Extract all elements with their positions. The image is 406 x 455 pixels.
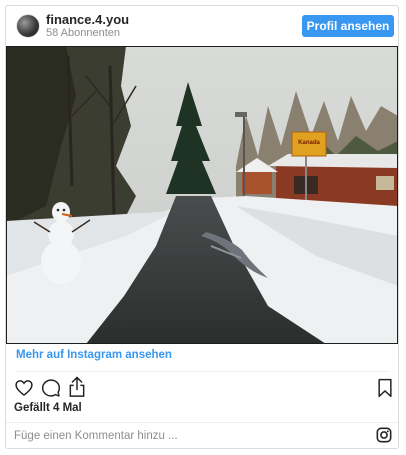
divider bbox=[6, 422, 398, 423]
heart-icon[interactable] bbox=[14, 378, 34, 398]
bookmark-icon[interactable] bbox=[377, 378, 393, 398]
username[interactable]: finance.4.you bbox=[46, 12, 129, 27]
comment-icon[interactable] bbox=[41, 378, 61, 398]
instagram-embed-card: finance.4.you 58 Abonnenten Profil anseh… bbox=[5, 5, 399, 449]
follower-count: 58 Abonnenten bbox=[46, 27, 121, 39]
likes-count: Gefällt 4 Mal bbox=[14, 402, 82, 414]
divider bbox=[16, 371, 388, 372]
post-photo[interactable]: Kanada bbox=[6, 46, 398, 344]
post-actions bbox=[6, 376, 398, 404]
avatar[interactable] bbox=[16, 14, 40, 38]
share-icon[interactable] bbox=[67, 376, 87, 398]
view-profile-button[interactable]: Profil ansehen bbox=[302, 15, 394, 37]
post-header: finance.4.you 58 Abonnenten Profil anseh… bbox=[6, 6, 398, 46]
town-sign: Kanada bbox=[298, 140, 320, 146]
instagram-icon[interactable] bbox=[376, 427, 392, 443]
view-on-instagram-link[interactable]: Mehr auf Instagram ansehen bbox=[16, 349, 172, 361]
comment-input[interactable] bbox=[14, 426, 354, 446]
